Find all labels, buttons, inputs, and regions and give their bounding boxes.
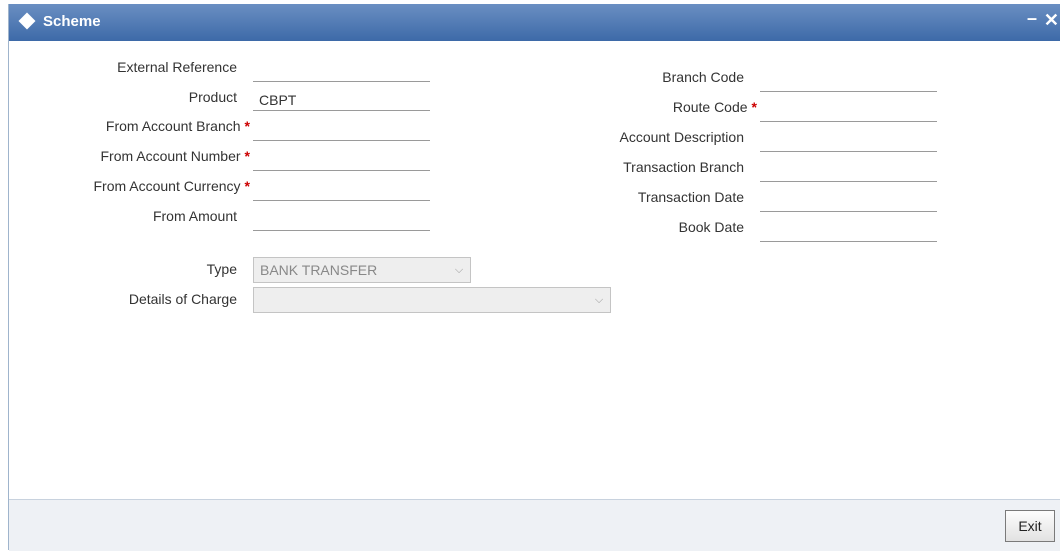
from-amount-label: From Amount (152, 208, 237, 224)
external-reference-input[interactable] (253, 60, 430, 82)
from-amount-input[interactable] (253, 209, 430, 231)
chevron-down-icon[interactable]: ⌵ (588, 288, 610, 312)
from-account-currency-label: From Account Currency * (93, 178, 250, 194)
exit-button[interactable]: Exit (1005, 510, 1055, 542)
route-code-input[interactable] (760, 100, 937, 122)
transaction-branch-label: Transaction Branch (623, 159, 744, 175)
form-content: External Reference Product CBPT From Acc… (9, 41, 1060, 499)
scheme-window: Scheme – ✕ External Reference Product CB… (8, 4, 1060, 551)
from-account-number-label: From Account Number * (100, 148, 250, 164)
window-title: Scheme (43, 13, 101, 30)
details-of-charge-label: Details of Charge (128, 291, 237, 307)
account-description-input[interactable] (760, 130, 937, 152)
route-code-label: Route Code * (672, 99, 757, 115)
title-bar[interactable]: Scheme – ✕ (9, 4, 1060, 41)
from-account-branch-label: From Account Branch * (105, 118, 250, 134)
type-select[interactable]: BANK TRANSFER ⌵ (253, 257, 471, 283)
required-marker: * (751, 99, 757, 115)
product-label: Product (188, 89, 237, 105)
branch-code-label: Branch Code (662, 69, 744, 85)
transaction-date-input[interactable] (760, 190, 937, 212)
diamond-icon (18, 12, 36, 30)
type-label: Type (206, 261, 237, 277)
details-of-charge-select[interactable]: ⌵ (253, 287, 611, 313)
from-account-branch-input[interactable] (253, 119, 430, 141)
book-date-input[interactable] (760, 220, 937, 242)
required-marker: * (244, 178, 250, 194)
transaction-date-label: Transaction Date (637, 189, 744, 205)
required-marker: * (244, 118, 250, 134)
external-reference-label: External Reference (117, 59, 237, 75)
product-input[interactable]: CBPT (253, 89, 430, 111)
minimize-button[interactable]: – (1027, 8, 1037, 29)
from-account-currency-input[interactable] (253, 179, 430, 201)
footer-bar: Exit (9, 499, 1060, 551)
transaction-branch-input[interactable] (760, 160, 937, 182)
branch-code-input[interactable] (760, 70, 937, 92)
chevron-down-icon[interactable]: ⌵ (448, 258, 470, 282)
from-account-number-input[interactable] (253, 149, 430, 171)
account-description-label: Account Description (619, 129, 744, 145)
type-select-value: BANK TRANSFER (260, 262, 378, 278)
required-marker: * (244, 148, 250, 164)
book-date-label: Book Date (678, 219, 744, 235)
close-button[interactable]: ✕ (1044, 10, 1059, 31)
